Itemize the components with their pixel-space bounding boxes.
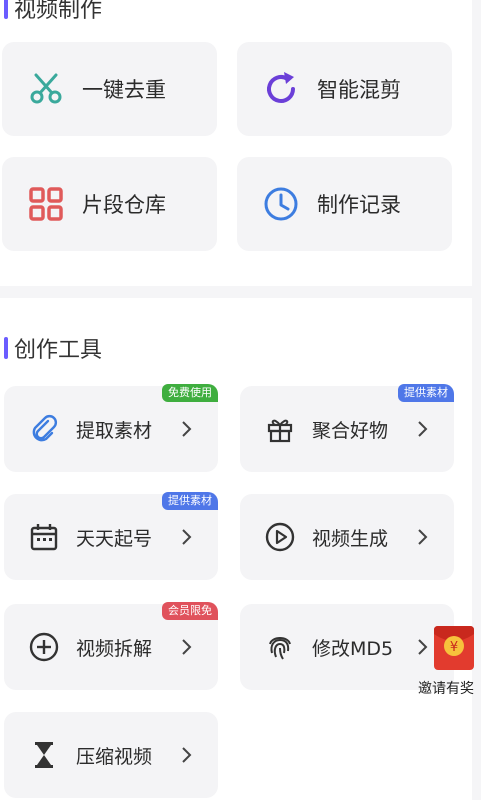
refresh-icon: [259, 67, 303, 111]
creation-tools-panel: 创作工具 免费使用 提取素材 提供素材 聚合好物 提供素材 天天起号 视频生成 …: [0, 298, 472, 800]
paperclip-icon: [26, 411, 62, 447]
smart-mix-button[interactable]: 智能混剪: [237, 42, 452, 136]
provide-material-badge: 提供素材: [162, 492, 218, 510]
chevron-right-icon: [182, 639, 192, 655]
hourglass-icon: [26, 737, 62, 773]
extract-material-button[interactable]: 免费使用 提取素材: [4, 384, 218, 472]
one-click-dedupe-button[interactable]: 一键去重: [2, 42, 217, 136]
grid-icon: [24, 182, 68, 226]
chevron-right-icon: [182, 421, 192, 437]
production-record-button[interactable]: 制作记录: [237, 157, 452, 251]
fingerprint-icon: [262, 629, 298, 665]
svg-text:¥: ¥: [450, 640, 458, 655]
chevron-right-icon: [418, 421, 428, 437]
clip-library-button[interactable]: 片段仓库: [2, 157, 217, 251]
chevron-right-icon: [418, 529, 428, 545]
section-marker: [4, 337, 8, 359]
play-icon: [262, 519, 298, 555]
member-free-badge: 会员限免: [162, 602, 218, 620]
red-envelope-icon: ¥: [434, 626, 474, 670]
daily-account-button[interactable]: 提供素材 天天起号: [4, 492, 218, 580]
section-title-creation-tools: 创作工具: [4, 332, 102, 364]
chevron-right-icon: [182, 747, 192, 763]
chevron-right-icon: [418, 639, 428, 655]
invite-reward-label[interactable]: 邀请有奖: [418, 678, 481, 698]
section-marker: [4, 0, 8, 19]
video-make-panel: 视频制作 一键去重 智能混剪 片段仓库 制作记录: [0, 0, 472, 286]
gift-icon: [262, 411, 298, 447]
aggregate-goods-button[interactable]: 提供素材 聚合好物: [240, 384, 454, 472]
video-generate-button[interactable]: 视频生成: [240, 494, 454, 580]
free-use-badge: 免费使用: [162, 384, 218, 402]
chevron-right-icon: [182, 529, 192, 545]
compress-video-button[interactable]: 压缩视频: [4, 712, 218, 798]
provide-material-badge: 提供素材: [398, 384, 454, 402]
clock-icon: [259, 182, 303, 226]
video-breakdown-button[interactable]: 会员限免 视频拆解: [4, 602, 218, 690]
plus-circle-icon: [26, 629, 62, 665]
scissors-icon: [24, 67, 68, 111]
section-title-video-make: 视频制作: [4, 0, 102, 24]
calendar-icon: [26, 519, 62, 555]
invite-reward-button[interactable]: ¥: [432, 620, 478, 672]
